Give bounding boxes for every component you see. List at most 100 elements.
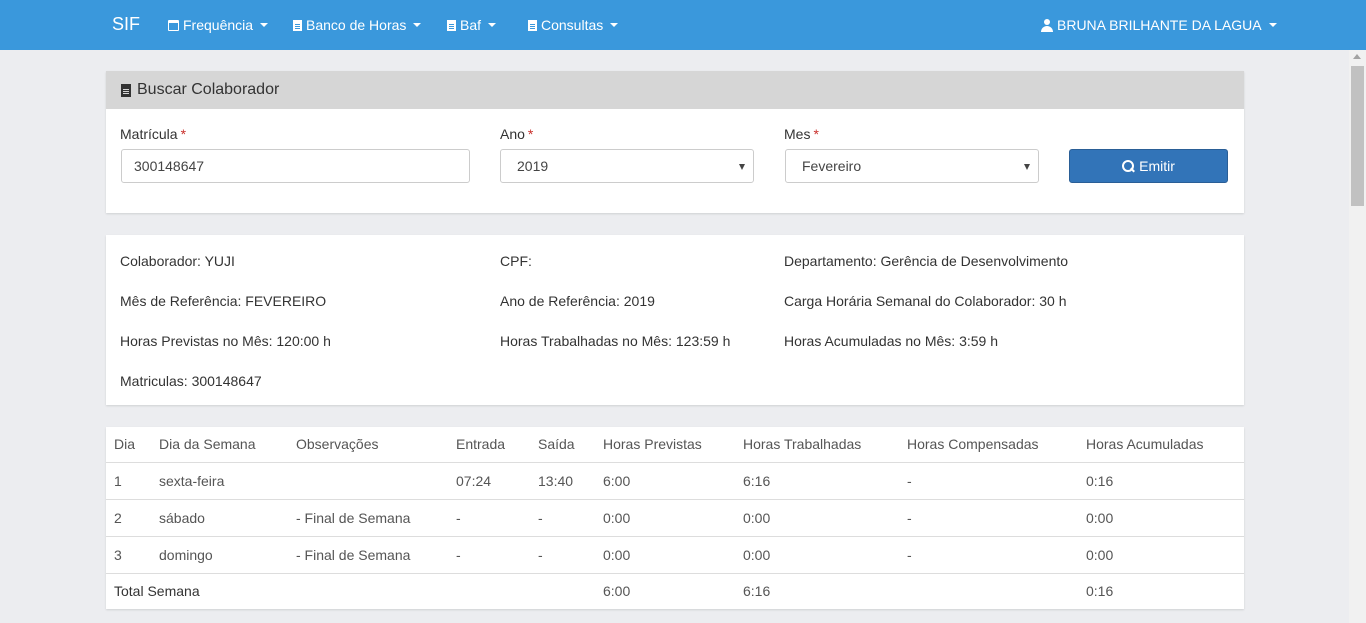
dropdown-arrow-icon	[739, 164, 745, 170]
user-name: BRUNA BRILHANTE DA LAGUA	[1057, 17, 1262, 33]
file-icon	[293, 19, 302, 31]
search-panel-title: Buscar Colaborador	[137, 81, 280, 98]
calendar-icon	[168, 19, 179, 31]
user-icon	[1041, 18, 1053, 32]
cell-saida: -	[538, 536, 603, 574]
table-header-row: Dia Dia da Semana Observações Entrada Sa…	[106, 427, 1244, 463]
nav-consultas-label: Consultas	[541, 17, 604, 33]
cell-horas-acumuladas: 0:16	[1086, 462, 1244, 500]
required-mark: *	[180, 126, 187, 142]
total-horas-acumuladas: 0:16	[1086, 583, 1114, 600]
colaborador-info: Colaborador: YUJI	[120, 253, 235, 269]
timesheet-table-panel: Dia Dia da Semana Observações Entrada Sa…	[106, 427, 1244, 609]
file-icon	[528, 19, 537, 31]
user-menu[interactable]: BRUNA BRILHANTE DA LAGUA	[1041, 17, 1277, 33]
cell-dia: 3	[106, 536, 159, 574]
table-row: 2 sábado - Final de Semana - - 0:00 0:00…	[106, 499, 1244, 537]
col-header-dia-semana: Dia da Semana	[159, 427, 296, 463]
nav-frequencia-label: Frequência	[183, 17, 254, 33]
cell-observacoes: - Final de Semana	[296, 536, 456, 574]
cell-dia-semana: domingo	[159, 536, 296, 574]
col-header-observacoes: Observações	[296, 427, 456, 463]
total-horas-compensadas	[907, 573, 1086, 609]
nav-consultas[interactable]: Consultas	[528, 17, 619, 33]
cell-horas-trabalhadas: 0:00	[743, 536, 907, 574]
cell-entrada: 07:24	[456, 462, 538, 500]
col-header-saida: Saída	[538, 427, 603, 463]
search-icon	[1122, 160, 1135, 172]
total-semana-row: Total Semana 6:00 6:16 0:16	[106, 573, 1244, 609]
cell-horas-previstas: 0:00	[603, 499, 743, 537]
mes-referencia-info: Mês de Referência: FEVEREIRO	[120, 293, 327, 309]
caret-down-icon	[413, 23, 422, 27]
col-header-entrada: Entrada	[456, 427, 538, 463]
ano-referencia-info: Ano de Referência: 2019	[500, 293, 655, 309]
nav-banco-de-horas-label: Banco de Horas	[306, 17, 407, 33]
caret-down-icon	[488, 23, 497, 27]
nav-baf[interactable]: Baf	[447, 17, 497, 33]
timesheet-table: Dia Dia da Semana Observações Entrada Sa…	[106, 427, 1244, 609]
nav-frequencia[interactable]: Frequência	[168, 17, 269, 33]
nav-baf-label: Baf	[460, 17, 482, 33]
horas-acumuladas-info: Horas Acumuladas no Mês: 3:59 h	[784, 333, 999, 349]
file-icon	[447, 19, 456, 31]
file-text-icon	[121, 83, 131, 97]
cell-horas-compensadas: -	[907, 462, 1086, 500]
matricula-label: Matrícula *	[120, 126, 187, 142]
ano-select[interactable]: 2019	[500, 149, 754, 183]
dropdown-arrow-icon	[1024, 164, 1030, 170]
col-header-dia: Dia	[106, 427, 159, 463]
departamento-info: Departamento: Gerência de Desenvolviment…	[784, 253, 1069, 269]
cell-horas-trabalhadas: 0:00	[743, 499, 907, 537]
cell-entrada: -	[456, 536, 538, 574]
cell-dia: 1	[106, 462, 159, 500]
required-mark: *	[527, 126, 534, 142]
collaborator-info-panel: Colaborador: YUJI CPF: Departamento: Ger…	[106, 235, 1244, 405]
required-mark: *	[813, 126, 819, 142]
cell-horas-acumuladas: 0:00	[1086, 499, 1244, 537]
caret-down-icon	[260, 23, 269, 27]
cell-saida: -	[538, 499, 603, 537]
cell-saida: 13:40	[538, 462, 603, 500]
horas-trabalhadas-info: Horas Trabalhadas no Mês: 123:59 h	[500, 333, 731, 349]
scroll-up-icon[interactable]	[1353, 54, 1361, 59]
ano-label: Ano *	[500, 126, 534, 142]
navbar: SIF Frequência Banco de Horas Baf Consul…	[0, 0, 1366, 50]
search-panel-header: Buscar Colaborador	[106, 71, 1244, 109]
brand-logo[interactable]: SIF	[112, 14, 140, 35]
cell-observacoes	[296, 462, 456, 500]
mes-selected-value: Fevereiro	[802, 158, 862, 174]
cell-horas-previstas: 6:00	[603, 462, 743, 500]
total-horas-previstas: 6:00	[603, 583, 631, 600]
col-header-horas-compensadas: Horas Compensadas	[907, 427, 1086, 463]
cell-entrada: -	[456, 499, 538, 537]
cell-observacoes: - Final de Semana	[296, 499, 456, 537]
cell-horas-trabalhadas: 6:16	[743, 462, 907, 500]
matricula-input[interactable]	[121, 149, 470, 183]
caret-down-icon	[1268, 23, 1277, 27]
horas-previstas-info: Horas Previstas no Mês: 120:00 h	[120, 333, 331, 349]
col-header-horas-previstas: Horas Previstas	[603, 427, 743, 463]
emitir-button[interactable]: Emitir	[1069, 149, 1228, 183]
mes-label: Mes *	[784, 126, 819, 142]
cell-horas-previstas: 0:00	[603, 536, 743, 574]
mes-select[interactable]: Fevereiro	[785, 149, 1039, 183]
cell-dia: 2	[106, 499, 159, 537]
total-semana-label: Total Semana	[114, 583, 200, 600]
carga-horaria-info: Carga Horária Semanal do Colaborador: 30…	[784, 293, 1067, 309]
cell-dia-semana: sexta-feira	[159, 462, 296, 500]
nav-banco-de-horas[interactable]: Banco de Horas	[293, 17, 422, 33]
scrollbar-thumb[interactable]	[1351, 66, 1364, 206]
table-row: 3 domingo - Final de Semana - - 0:00 0:0…	[106, 536, 1244, 574]
search-panel: Buscar Colaborador Matrícula* Ano* 2019 …	[106, 71, 1244, 213]
ano-selected-value: 2019	[517, 158, 549, 174]
cell-horas-acumuladas: 0:00	[1086, 536, 1244, 574]
emitir-label: Emitir	[1139, 158, 1175, 174]
cpf-info: CPF:	[500, 253, 532, 269]
cell-horas-compensadas: -	[907, 536, 1086, 574]
cell-dia-semana: sábado	[159, 499, 296, 537]
col-header-horas-acumuladas: Horas Acumuladas	[1086, 427, 1244, 463]
caret-down-icon	[610, 23, 619, 27]
col-header-horas-trabalhadas: Horas Trabalhadas	[743, 427, 907, 463]
matriculas-info: Matriculas: 300148647	[120, 373, 262, 389]
